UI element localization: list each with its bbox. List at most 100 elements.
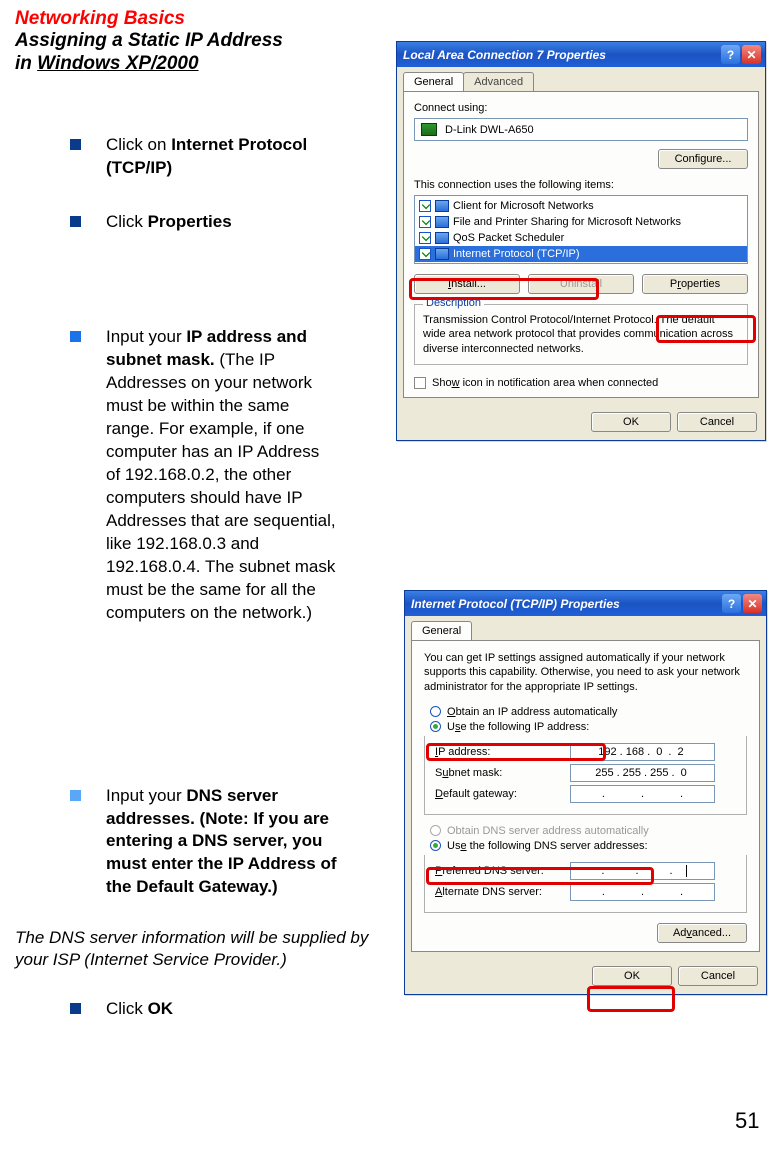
items-listbox[interactable]: Client for Microsoft Networks File and P… [414,195,748,264]
gateway-input[interactable]: ... [570,785,715,803]
subnet-row: Subnet mask: 255. 255. 255. 0 [435,764,736,782]
pref-dns-row: Preferred DNS server: ... [435,862,736,880]
dialog-buttons: OK Cancel [397,404,765,440]
panel-general: Connect using: D-Link DWL-A650 Configure… [403,91,759,398]
tcpip-properties-window: Internet Protocol (TCP/IP) Properties ? … [404,590,767,995]
cancel-button[interactable]: Cancel [678,966,758,986]
item-label: QoS Packet Scheduler [453,232,564,244]
bullet-1-text: Click on Internet Protocol (TCP/IP) [106,134,336,180]
ip-oct: 168 [626,746,644,758]
bullet-icon [70,216,81,227]
heading-line2-pre: in [15,53,37,74]
description-title: Description [423,297,484,309]
cancel-button[interactable]: Cancel [677,412,757,432]
bullet-icon [70,1003,81,1014]
tab-general[interactable]: General [403,72,464,91]
window-title: Internet Protocol (TCP/IP) Properties [411,597,720,611]
install-label: nstall... [451,278,486,290]
ip-address-input[interactable]: 192. 168. 0 . 2 [570,743,715,761]
radio-auto-ip-row[interactable]: Obtain an IP address automatically [430,706,747,718]
uses-items-label: This connection uses the following items… [414,179,748,191]
radio-icon[interactable] [430,840,441,851]
titlebar[interactable]: Local Area Connection 7 Properties ? ✕ [397,42,765,67]
intro-text: You can get IP settings assigned automat… [424,651,747,694]
pref-dns-label: Preferred DNS server: [435,865,570,877]
radio-icon[interactable] [430,706,441,717]
show-icon-label: Show icon in notification area when conn… [432,377,658,389]
tabs: General Advanced [397,67,765,91]
radio-auto-ip-label: Obtain an IP address automatically [447,706,617,718]
item-label: Client for Microsoft Networks [453,200,594,212]
ok-button[interactable]: OK [591,412,671,432]
help-button[interactable]: ? [721,45,740,64]
window-title: Local Area Connection 7 Properties [403,48,719,62]
sn-oct: 255 [623,767,641,779]
tab-advanced[interactable]: Advanced [463,72,534,91]
checkbox-icon[interactable] [419,216,431,228]
list-item[interactable]: File and Printer Sharing for Microsoft N… [415,214,747,230]
sn-oct: 255 [595,767,613,779]
titlebar[interactable]: Internet Protocol (TCP/IP) Properties ? … [405,591,766,616]
b3-pre: Input your [106,327,186,346]
dns-fieldset: Preferred DNS server: ... Alternate DNS … [424,855,747,913]
radio-use-dns-row[interactable]: Use the following DNS server addresses: [430,840,747,852]
close-button[interactable]: ✕ [743,594,762,613]
bullet-icon [70,331,81,342]
ip-oct: 192 [598,746,616,758]
install-button[interactable]: Install... [414,274,520,294]
checkbox-icon[interactable] [419,248,431,260]
gateway-label: Default gateway: [435,788,570,800]
alt-dns-label: Alternate DNS server: [435,886,570,898]
list-item[interactable]: QoS Packet Scheduler [415,230,747,246]
isp-note: The DNS server information will be suppl… [15,927,395,970]
tab-general[interactable]: General [411,621,472,640]
bullet-4-text: Input your DNS server addresses. (Note: … [106,785,346,900]
adapter-field: D-Link DWL-A650 [414,118,748,141]
close-button[interactable]: ✕ [742,45,761,64]
tabs: General [405,616,766,640]
bullet-2-text: Click Properties [106,211,232,234]
radio-use-dns-label: Use the following DNS server addresses: [447,840,648,852]
service-icon [435,216,449,228]
uninstall-button: Uninstall [528,274,634,294]
subnet-input[interactable]: 255. 255. 255. 0 [570,764,715,782]
radio-icon [430,825,441,836]
sn-oct: 255 [650,767,668,779]
heading-line2-ul: Windows XP/2000 [37,53,198,74]
protocol-icon [435,248,449,260]
subnet-label: Subnet mask: [435,767,570,779]
b5-pre: Click [106,999,148,1018]
radio-icon[interactable] [430,721,441,732]
b4-pre: Input your [106,786,186,805]
gateway-row: Default gateway: ... [435,785,736,803]
b2-bold: Properties [148,212,232,231]
configure-button[interactable]: Configure... [658,149,748,169]
radio-auto-dns-label: Obtain DNS server address automatically [447,825,649,837]
checkbox-icon[interactable] [419,200,431,212]
radio-use-ip-row[interactable]: Use the following IP address: [430,721,747,733]
ip-label: IP address: [435,746,570,758]
list-item[interactable]: Client for Microsoft Networks [415,198,747,214]
show-icon-checkbox[interactable] [414,377,426,389]
connection-properties-window: Local Area Connection 7 Properties ? ✕ G… [396,41,766,441]
adapter-icon [421,123,437,136]
ip-address-row: IP address: 192. 168. 0 . 2 [435,743,736,761]
radio-auto-dns-row: Obtain DNS server address automatically [430,825,747,837]
list-item-selected[interactable]: Internet Protocol (TCP/IP) [415,246,747,262]
ok-button[interactable]: OK [592,966,672,986]
service-icon [435,200,449,212]
properties-button[interactable]: Properties [642,274,748,294]
help-button[interactable]: ? [722,594,741,613]
checkbox-icon[interactable] [419,232,431,244]
page: Networking Basics Assigning a Static IP … [15,8,769,1143]
alt-dns-input[interactable]: ... [570,883,715,901]
ip-fieldset: IP address: 192. 168. 0 . 2 Subnet mask:… [424,736,747,815]
advanced-button[interactable]: Advanced... [657,923,747,943]
pref-dns-input[interactable]: ... [570,862,715,880]
adapter-name: D-Link DWL-A650 [445,124,534,136]
b3-rest: (The IP Addresses on your network must b… [106,350,336,621]
page-number: 51 [735,1108,759,1134]
service-icon [435,232,449,244]
bullet-icon [70,139,81,150]
bullet-icon [70,790,81,801]
